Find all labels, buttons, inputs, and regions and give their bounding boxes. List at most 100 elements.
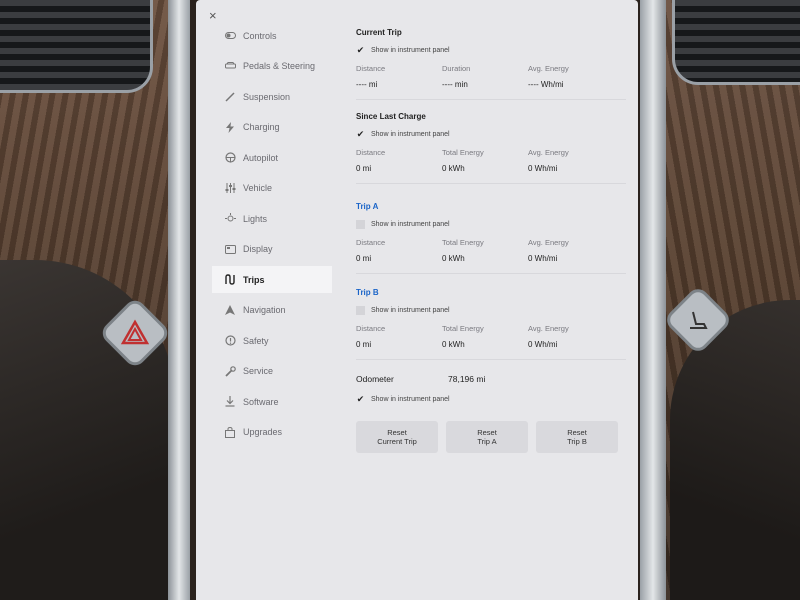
stat-value: 0 kWh (442, 340, 465, 349)
checkbox-label: Show in instrument panel (371, 131, 450, 138)
reset-trip-a-button[interactable]: Reset Trip A (446, 421, 528, 453)
stat-label: Distance (356, 148, 386, 157)
bolt-icon (224, 121, 236, 133)
sidebar-item-software[interactable]: Software (196, 388, 338, 415)
stat-duration: Duration ---- min (442, 64, 524, 89)
sidebar-item-display[interactable]: Display (196, 236, 338, 263)
stat-avg-energy: Avg. Energy 0 Wh/mi (528, 324, 610, 349)
download-icon (224, 396, 236, 408)
stat-total-energy: Total Energy 0 kWh (442, 238, 524, 263)
odometer-show-in-panel-toggle[interactable]: ✔ Show in instrument panel (356, 392, 626, 407)
checkbox-label: Show in instrument panel (371, 221, 450, 228)
stat-value: 0 mi (356, 254, 372, 263)
button-label-line2: Trip B (567, 437, 587, 446)
stat-label: Total Energy (442, 238, 484, 247)
odometer-label: Odometer (356, 374, 394, 384)
sidebar-item-label: Charging (243, 122, 280, 132)
section-title[interactable]: Trip A (356, 202, 626, 214)
display-icon (224, 243, 236, 255)
sidebar-item-controls[interactable]: Controls (196, 22, 338, 49)
reset-current-trip-button[interactable]: Reset Current Trip (356, 421, 438, 453)
sidebar-item-pedals-steering[interactable]: Pedals & Steering (196, 53, 338, 80)
stat-label: Avg. Energy (528, 64, 569, 73)
sidebar-item-label: Controls (243, 30, 277, 41)
chrome-trim-left (168, 0, 190, 600)
show-in-panel-toggle[interactable]: ✔ Show in instrument panel (356, 127, 626, 142)
stat-value: 0 Wh/mi (528, 164, 558, 173)
sidebar-item-vehicle[interactable]: Vehicle (196, 175, 338, 202)
sidebar-item-service[interactable]: Service (196, 358, 338, 385)
stats-row: Distance 0 mi Total Energy 0 kWh Avg. Ener… (356, 148, 626, 173)
bag-icon (224, 426, 236, 438)
sidebar-item-upgrades[interactable]: Upgrades (196, 419, 338, 446)
current-trip-section: Current Trip ✔ Show in instrument panel … (356, 22, 626, 100)
stat-avg-energy: Avg. Energy 0 Wh/mi (528, 148, 610, 173)
stat-distance: Distance 0 mi (356, 238, 438, 263)
button-label-line1: Reset (567, 428, 587, 437)
stat-value: ---- mi (356, 80, 378, 89)
sidebar-item-label: Software (243, 396, 279, 407)
stat-label: Total Energy (442, 148, 484, 157)
sidebar-item-trips[interactable]: Trips (212, 266, 332, 293)
checkbox-unchecked (356, 306, 365, 315)
odometer-value: 78,196 mi (448, 374, 486, 384)
suspension-icon (224, 91, 236, 103)
sidebar-item-label: Vehicle (243, 183, 273, 193)
sidebar-item-safety[interactable]: Safety (196, 327, 338, 354)
stat-value: 0 kWh (442, 254, 465, 263)
trip-a-section: Trip A Show in instrument panel Distance… (356, 184, 626, 274)
show-in-panel-toggle[interactable]: Show in instrument panel (356, 303, 626, 318)
stat-total-energy: Total Energy 0 kWh (442, 324, 524, 349)
sidebar-item-label: Lights (243, 213, 268, 224)
settings-sidebar: Controls Pedals & Steering Suspension Ch… (196, 22, 338, 449)
sidebar-item-suspension[interactable]: Suspension (196, 83, 338, 110)
stats-row: Distance ---- mi Duration ---- min Avg. En… (356, 64, 626, 89)
sliders-icon (224, 182, 236, 194)
navigation-icon (224, 304, 236, 316)
car-icon (224, 60, 236, 72)
stat-distance: Distance ---- mi (356, 64, 438, 89)
since-last-charge-section: Since Last Charge ✔ Show in instrument p… (356, 100, 626, 184)
checkmark-icon: ✔ (356, 129, 365, 139)
stat-value: 0 kWh (442, 164, 465, 173)
stat-value: 0 mi (356, 164, 372, 173)
stat-label: Avg. Energy (528, 324, 569, 333)
hazard-icon (121, 319, 149, 345)
section-title[interactable]: Trip B (356, 288, 626, 300)
checkbox-label: Show in instrument panel (371, 396, 450, 403)
sidebar-item-label: Display (243, 244, 273, 254)
sidebar-item-label: Autopilot (243, 152, 279, 163)
seat-icon (690, 311, 708, 329)
sidebar-item-lights[interactable]: Lights (196, 205, 338, 232)
stat-avg-energy: Avg. Energy ---- Wh/mi (528, 64, 610, 89)
stat-label: Total Energy (442, 324, 484, 333)
reset-trip-b-button[interactable]: Reset Trip B (536, 421, 618, 453)
wrench-icon (224, 365, 236, 377)
stat-label: Distance (356, 64, 386, 73)
light-icon (224, 213, 236, 225)
close-icon[interactable]: × (209, 8, 217, 23)
trips-panel: Current Trip ✔ Show in instrument panel … (356, 22, 626, 453)
show-in-panel-toggle[interactable]: Show in instrument panel (356, 217, 626, 232)
show-in-panel-toggle[interactable]: ✔ Show in instrument panel (356, 43, 626, 58)
sidebar-item-label: Trips (243, 274, 265, 285)
sidebar-item-charging[interactable]: Charging (196, 114, 338, 141)
button-label-line1: Reset (477, 428, 497, 437)
touchscreen: × Controls Pedals & Steering Suspension … (196, 0, 638, 600)
sidebar-item-autopilot[interactable]: Autopilot (196, 144, 338, 171)
button-label-line1: Reset (387, 428, 407, 437)
divider (356, 359, 626, 360)
stat-value: 0 Wh/mi (528, 340, 558, 349)
stats-row: Distance 0 mi Total Energy 0 kWh Avg. Ener… (356, 324, 626, 349)
stat-label: Duration (442, 64, 471, 73)
stat-value: ---- Wh/mi (528, 80, 564, 89)
sidebar-item-navigation[interactable]: Navigation (196, 297, 338, 324)
air-vent-right (672, 0, 800, 85)
checkmark-icon: ✔ (356, 45, 365, 55)
stat-label: Avg. Energy (528, 238, 569, 247)
sidebar-item-label: Service (243, 366, 274, 376)
chrome-trim-right (640, 0, 666, 600)
trip-b-section: Trip B Show in instrument panel Distance… (356, 274, 626, 360)
stat-distance: Distance 0 mi (356, 324, 438, 349)
stat-label: Avg. Energy (528, 148, 569, 157)
